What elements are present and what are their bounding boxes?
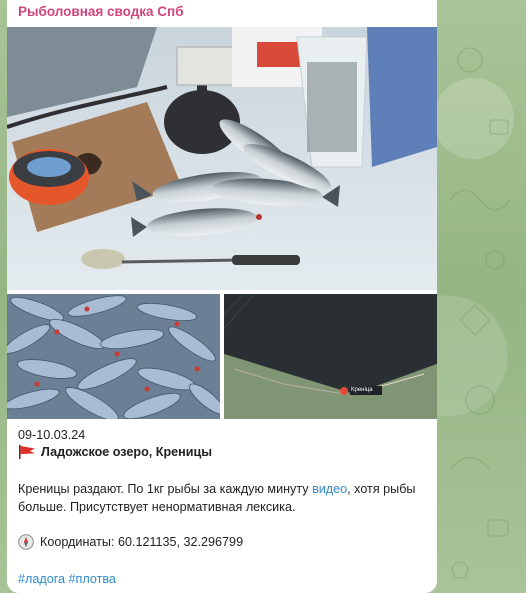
compass-icon — [18, 534, 34, 550]
red-flag-icon — [19, 445, 35, 459]
photo-album: Кренiца — [7, 27, 437, 419]
post-body-text-1: Креницы раздают. По 1кг рыбы за каждую м… — [18, 482, 313, 496]
post-coordinates-line: Координаты: 60.121135, 32.296799 — [18, 533, 243, 551]
video-link[interactable]: видео — [312, 482, 347, 496]
map-place-label: Кренiца — [351, 387, 373, 393]
photo-map[interactable]: Кренiца — [224, 294, 437, 419]
message-bubble: Рыболовная сводка Спб Кренiца 09-10.03.2… — [7, 0, 437, 593]
channel-name[interactable]: Рыболовная сводка Спб — [18, 4, 184, 19]
post-location: Ладожское озеро, Креницы — [41, 445, 213, 459]
post-body: Креницы раздают. По 1кг рыбы за каждую м… — [18, 480, 423, 516]
wallpaper-doodles — [449, 47, 511, 579]
post-date: 09-10.03.24 — [18, 428, 86, 442]
hashtag-ladoga[interactable]: #ладога — [18, 572, 65, 586]
post-location-line: Ладожское озеро, Креницы — [18, 443, 212, 461]
hashtag-plotva[interactable]: #плотва — [69, 572, 116, 586]
photo-fish-pile[interactable] — [7, 294, 220, 419]
post-coordinates: Координаты: 60.121135, 32.296799 — [40, 535, 244, 549]
post-hashtags: #ладога #плотва — [18, 570, 116, 588]
photo-fish-on-ice[interactable] — [7, 27, 437, 290]
